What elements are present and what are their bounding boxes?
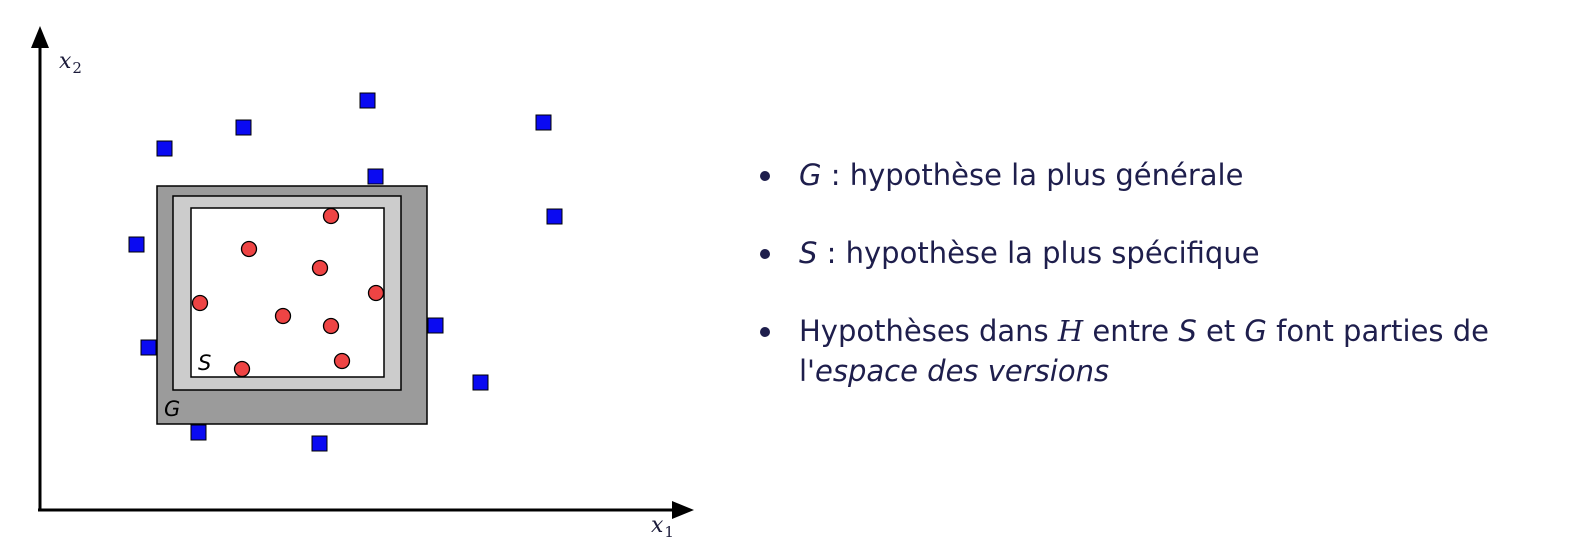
bullet-dot [760, 171, 770, 181]
negative-example [535, 114, 552, 131]
bullet-dot [760, 249, 770, 259]
y-axis-label: x2 [59, 49, 82, 77]
negative-example [546, 208, 563, 225]
negative-example [427, 317, 444, 334]
bullet-general-hypothesis: G : hypothèse la plus générale [758, 155, 1568, 195]
specific-hypothesis-region [190, 207, 385, 378]
g-symbol: G [1244, 314, 1267, 348]
negative-example [359, 92, 376, 109]
positive-example [322, 317, 340, 335]
negative-example [190, 424, 207, 441]
positive-example [274, 307, 292, 325]
negative-example [128, 236, 145, 253]
s-region-label: S [198, 351, 211, 375]
negative-example [472, 374, 489, 391]
negative-example [367, 168, 384, 185]
g-region-label: G [164, 397, 180, 421]
y-axis-arrowhead [31, 26, 49, 48]
definition-list: G : hypothèse la plus générale S : hypot… [758, 155, 1568, 429]
negative-example [235, 119, 252, 136]
x-axis-arrowhead [672, 501, 694, 519]
negative-example [140, 339, 157, 356]
positive-example [367, 284, 385, 302]
bullet-text-middle: entre [1083, 314, 1179, 348]
s-symbol: S [799, 236, 818, 270]
bullet-version-space: Hypothèses dans H entre S et G font part… [758, 311, 1568, 391]
positive-example [240, 240, 258, 258]
version-space-term: espace des versions [815, 354, 1110, 388]
bullet-text: : hypothèse la plus générale [821, 158, 1244, 192]
bullet-dot [760, 327, 770, 337]
negative-example [311, 435, 328, 452]
positive-example [311, 259, 329, 277]
g-symbol: G [799, 158, 822, 192]
x-axis-label: x1 [651, 513, 674, 541]
positive-example [322, 207, 340, 225]
positive-example [333, 352, 351, 370]
bullet-text-middle: et [1196, 314, 1245, 348]
version-space-diagram: x2 x1 G S [31, 26, 694, 541]
bullet-text: : hypothèse la plus spécifique [817, 236, 1260, 270]
negative-example [156, 140, 173, 157]
positive-example [191, 294, 209, 312]
bullet-specific-hypothesis: S : hypothèse la plus spécifique [758, 233, 1568, 273]
positive-example [233, 360, 251, 378]
hypothesis-space-symbol: H [1057, 314, 1084, 348]
bullet-text-prefix: Hypothèses dans [799, 314, 1058, 348]
s-symbol: S [1178, 314, 1197, 348]
